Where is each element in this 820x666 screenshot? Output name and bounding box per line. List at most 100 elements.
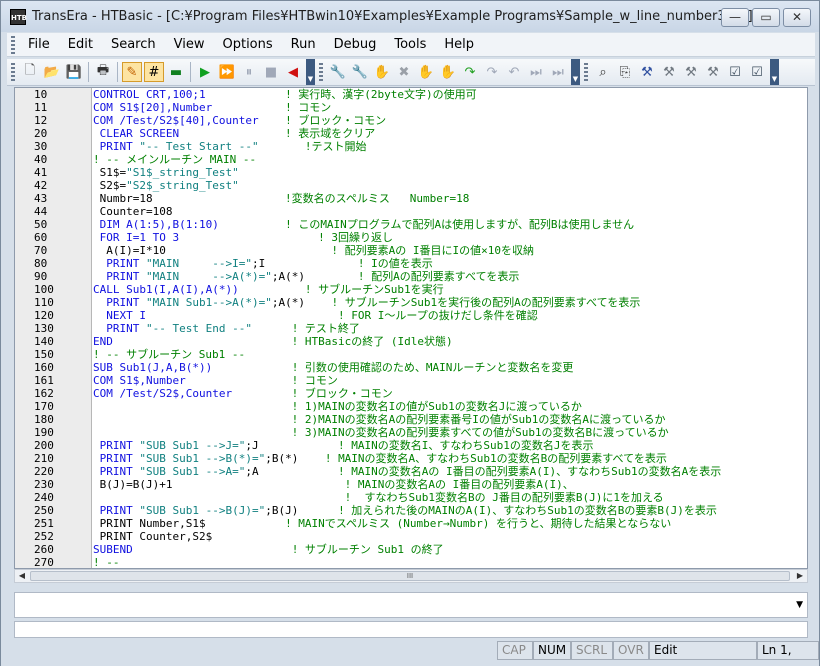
- command-line-input[interactable]: ▼: [14, 592, 808, 618]
- tool-b-icon[interactable]: ⚒: [659, 62, 679, 82]
- code-line[interactable]: 30 PRINT "-- Test Start --" !テスト開始: [15, 140, 807, 153]
- code-text[interactable]: PRINT "SUB Sub1 -->J=";J ! MAINの変数名I、すなわ…: [93, 439, 594, 452]
- menu-debug[interactable]: Debug: [325, 37, 386, 52]
- new-file-icon[interactable]: 🗋: [20, 62, 40, 82]
- code-line[interactable]: 11 COM S1$[20],Number ! コモン: [15, 101, 807, 114]
- code-line[interactable]: 220 PRINT "SUB Sub1 -->A=";A ! MAINの変数名A…: [15, 465, 807, 478]
- code-text[interactable]: COM /Test/S2$,Counter ! ブロック・コモン: [93, 387, 393, 400]
- close-button[interactable]: ✕: [783, 8, 811, 27]
- code-line[interactable]: 140 END ! HTBasicの終了 (Idle状態): [15, 335, 807, 348]
- minimize-button[interactable]: —: [721, 8, 749, 27]
- code-text[interactable]: PRINT "-- Test End --" ! テスト終了: [93, 322, 360, 335]
- code-text[interactable]: COM /Test/S2$[40],Counter ! ブロック・コモン: [93, 114, 386, 127]
- code-text[interactable]: COM S1$[20],Number ! コモン: [93, 101, 331, 114]
- screen-icon[interactable]: ▬: [166, 62, 186, 82]
- toolbar-grip[interactable]: [584, 63, 588, 81]
- code-text[interactable]: DIM A(1:5),B(1:10) ! このMAINプログラムで配列Aは使用し…: [93, 218, 635, 231]
- code-text[interactable]: ! --: [93, 556, 120, 568]
- maximize-button[interactable]: ▭: [752, 8, 780, 27]
- scroll-right-icon[interactable]: ▶: [793, 570, 807, 582]
- code-text[interactable]: Numbr=18 !変数名のスペルミス Number=18: [93, 192, 470, 205]
- code-text[interactable]: PRINT "-- Test Start --" !テスト開始: [93, 140, 367, 153]
- toolbar-grip[interactable]: [11, 63, 15, 81]
- code-text[interactable]: S1$="S1$_string_Test": [93, 166, 239, 179]
- hand-red-icon[interactable]: ✋: [416, 62, 436, 82]
- step-next-icon[interactable]: ⏭: [526, 62, 546, 82]
- menubar-grip[interactable]: [11, 35, 15, 54]
- code-line[interactable]: 260 SUBEND ! サブルーチン Sub1 の終了: [15, 543, 807, 556]
- tool-c-icon[interactable]: ⚒: [681, 62, 701, 82]
- menu-run[interactable]: Run: [282, 37, 325, 52]
- code-line[interactable]: 50 DIM A(1:5),B(1:10) ! このMAINプログラムで配列Aは…: [15, 218, 807, 231]
- debug-wrench2-icon[interactable]: 🔧: [350, 62, 370, 82]
- tool-a-icon[interactable]: ⚒: [637, 62, 657, 82]
- code-text[interactable]: PRINT Counter,S2$: [93, 530, 213, 543]
- code-text[interactable]: B(J)=B(J)+1 ! MAINの変数名Aの I番目の配列要素A(I)、: [93, 478, 574, 491]
- code-line[interactable]: 41 S1$="S1$_string_Test": [15, 166, 807, 179]
- hand-blue-icon[interactable]: ✋: [438, 62, 458, 82]
- code-line[interactable]: 230 B(J)=B(J)+1 ! MAINの変数名Aの I番目の配列要素A(I…: [15, 478, 807, 491]
- menu-view[interactable]: View: [165, 37, 214, 52]
- code-text[interactable]: PRINT "MAIN -->A(*)=";A(*) ! 配列Aの配列要素すべて…: [93, 270, 519, 283]
- reset-icon[interactable]: ◀: [283, 62, 303, 82]
- step-end-icon[interactable]: ⏭: [548, 62, 568, 82]
- continue-icon[interactable]: ⏩: [217, 62, 237, 82]
- checklist2-icon[interactable]: ☑: [747, 62, 767, 82]
- step-over-icon[interactable]: ↷: [482, 62, 502, 82]
- tool-d-icon[interactable]: ⚒: [703, 62, 723, 82]
- code-line[interactable]: 100 CALL Sub1(I,A(I),A(*)) ! サブルーチンSub1を実…: [15, 283, 807, 296]
- code-line[interactable]: 44 Counter=108: [15, 205, 807, 218]
- code-editor[interactable]: 10 CONTROL CRT,100;1 ! 実行時、漢字(2byte文字)の使用…: [14, 87, 808, 569]
- code-line[interactable]: 250 PRINT "SUB Sub1 -->B(J)=";B(J) ! 加えら…: [15, 504, 807, 517]
- code-text[interactable]: CLEAR SCREEN ! 表示域をクリア: [93, 127, 376, 140]
- code-line[interactable]: 240 ! すなわちSub1変数名Bの J番目の配列要素B(J)に1を加える: [15, 491, 807, 504]
- code-text[interactable]: COM S1$,Number ! コモン: [93, 374, 338, 387]
- menu-search[interactable]: Search: [102, 37, 165, 52]
- code-line[interactable]: 251 PRINT Number,S1$ ! MAINでスペルミス (Numbe…: [15, 517, 807, 530]
- toolbar-overflow-button[interactable]: ▼: [571, 59, 580, 85]
- code-line[interactable]: 270 ! --: [15, 556, 807, 568]
- clear-breakpoint-icon[interactable]: ✖: [394, 62, 414, 82]
- code-text[interactable]: ! -- サブルーチン Sub1 --: [93, 348, 245, 361]
- code-line[interactable]: 180 ! 2)MAINの変数名Aの配列要素番号Iの値がSub1の変数名Aに渡っ…: [15, 413, 807, 426]
- edit-mode-icon[interactable]: ✎: [122, 62, 142, 82]
- code-line[interactable]: 20 CLEAR SCREEN ! 表示域をクリア: [15, 127, 807, 140]
- menu-edit[interactable]: Edit: [59, 37, 102, 52]
- toolbar-overflow-button[interactable]: ▼: [306, 59, 315, 85]
- code-text[interactable]: ! 2)MAINの変数名Aの配列要素番号Iの値がSub1の変数名Aに渡っているか: [93, 413, 666, 426]
- code-text[interactable]: PRINT Number,S1$ ! MAINでスペルミス (Number→Nu…: [93, 517, 672, 530]
- code-line[interactable]: 200 PRINT "SUB Sub1 -->J=";J ! MAINの変数名I…: [15, 439, 807, 452]
- toolbar-overflow-button[interactable]: ▼: [770, 59, 779, 85]
- scroll-thumb[interactable]: III: [30, 571, 790, 581]
- code-text[interactable]: PRINT "SUB Sub1 -->B(J)=";B(J) ! 加えられた後の…: [93, 504, 717, 517]
- code-line[interactable]: 130 PRINT "-- Test End --" ! テスト終了: [15, 322, 807, 335]
- code-line[interactable]: 160 SUB Sub1(J,A,B(*)) ! 引数の使用確認のため、MAINル…: [15, 361, 807, 374]
- code-line[interactable]: 110 PRINT "MAIN Sub1-->A(*)=";A(*) ! サブル…: [15, 296, 807, 309]
- horizontal-scrollbar[interactable]: ◀ III ▶: [14, 569, 808, 583]
- code-text[interactable]: SUB Sub1(J,A,B(*)) ! 引数の使用確認のため、MAINルーチン…: [93, 361, 573, 374]
- pause-icon[interactable]: ⏸: [239, 62, 259, 82]
- code-text[interactable]: CALL Sub1(I,A(I),A(*)) ! サブルーチンSub1を実行: [93, 283, 444, 296]
- code-line[interactable]: 150 ! -- サブルーチン Sub1 --: [15, 348, 807, 361]
- code-text[interactable]: FOR I=1 TO 3 ! 3回繰り返し: [93, 231, 393, 244]
- code-line[interactable]: 80 PRINT "MAIN -->I=";I ! Iの値を表示: [15, 257, 807, 270]
- save-icon[interactable]: 💾: [64, 62, 84, 82]
- code-line[interactable]: 170 ! 1)MAINの変数名Iの値がSub1の変数名Jに渡っているか: [15, 400, 807, 413]
- code-line[interactable]: 190 ! 3)MAINの変数名Aの配列要素すべての値がSub1の変数名Bに渡っ…: [15, 426, 807, 439]
- code-line[interactable]: 70 A(I)=I*10 ! 配列要素Aの I番目にIの値×10を収納: [15, 244, 807, 257]
- run-icon[interactable]: ▶: [195, 62, 215, 82]
- code-line[interactable]: 60 FOR I=1 TO 3 ! 3回繰り返し: [15, 231, 807, 244]
- checklist-icon[interactable]: ☑: [725, 62, 745, 82]
- code-text[interactable]: NEXT I ! FOR I～ループの抜けだし条件を確認: [93, 309, 538, 322]
- menu-tools[interactable]: Tools: [385, 37, 435, 52]
- code-text[interactable]: S2$="S2$_string_Test": [93, 179, 239, 192]
- menu-options[interactable]: Options: [213, 37, 281, 52]
- code-text[interactable]: ! -- メインルーチン MAIN --: [93, 153, 256, 166]
- find-binoculars-icon[interactable]: ⌕: [593, 62, 613, 82]
- open-folder-icon[interactable]: 📂: [42, 62, 62, 82]
- debug-wrench-icon[interactable]: 🔧: [328, 62, 348, 82]
- breakpoint-hand-icon[interactable]: ✋: [372, 62, 392, 82]
- code-line[interactable]: 120 NEXT I ! FOR I～ループの抜けだし条件を確認: [15, 309, 807, 322]
- code-text[interactable]: ! すなわちSub1変数名Bの J番目の配列要素B(J)に1を加える: [93, 491, 664, 504]
- code-line[interactable]: 210 PRINT "SUB Sub1 -->B(*)=";B(*) ! MAI…: [15, 452, 807, 465]
